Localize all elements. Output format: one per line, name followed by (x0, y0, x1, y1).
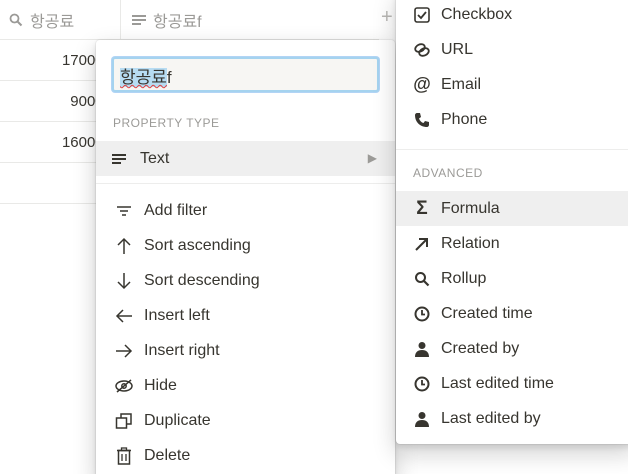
type-option-last-edited-time[interactable]: Last edited time (396, 366, 628, 401)
type-option-label: Last edited time (441, 374, 554, 392)
sigma-icon: Σ (416, 197, 428, 219)
duplicate-icon (114, 411, 134, 431)
menu-item-label: Sort ascending (144, 236, 251, 254)
filter-icon (114, 201, 134, 221)
phone-icon (413, 111, 431, 129)
type-option-url[interactable]: URL (396, 32, 628, 67)
type-option-label: Checkbox (441, 5, 513, 23)
eye-off-icon (114, 376, 134, 396)
menu-item-label: Hide (144, 376, 177, 394)
search-icon (8, 12, 24, 28)
type-option-label: Created by (441, 339, 520, 357)
menu-item-insert-left[interactable]: Insert left (96, 298, 395, 333)
type-option-rollup[interactable]: Rollup (396, 261, 628, 296)
menu-item-sort-ascending[interactable]: Sort ascending (96, 228, 395, 263)
menu-item-label: Insert left (144, 306, 210, 324)
text-lines-icon (112, 153, 132, 165)
menu-item-hide[interactable]: Hide (96, 368, 395, 403)
type-option-phone[interactable]: Phone (396, 102, 628, 137)
column-header-label: 항공료 (30, 13, 75, 31)
menu-item-delete[interactable]: Delete (96, 438, 395, 473)
menu-divider (96, 183, 395, 184)
menu-item-label: Delete (144, 446, 191, 464)
menu-item-label: Add filter (144, 201, 208, 219)
menu-item-label: Insert right (144, 341, 220, 359)
property-name-suffix: f (166, 68, 172, 87)
type-option-label: Phone (441, 110, 488, 128)
arrow-down-icon (114, 271, 134, 291)
type-option-formula[interactable]: Σ Formula (396, 191, 628, 226)
property-name-selected-text: 항공료 (120, 68, 167, 87)
property-type-selector[interactable]: Text ▶ (96, 141, 395, 176)
link-icon (413, 41, 431, 59)
arrow-right-icon (114, 341, 134, 361)
column-header-항공료f[interactable]: 항공료f (121, 0, 379, 40)
arrow-up-icon (114, 236, 134, 256)
relation-arrow-icon (413, 235, 431, 253)
advanced-section-label: ADVANCED (413, 166, 483, 180)
type-option-label: Relation (441, 234, 500, 252)
type-option-label: Last edited by (441, 409, 541, 427)
type-option-checkbox[interactable]: Checkbox (396, 0, 628, 32)
arrow-left-icon (114, 306, 134, 326)
type-option-created-time[interactable]: Created time (396, 296, 628, 331)
column-header-label: 항공료f (153, 13, 202, 31)
property-type-label: PROPERTY TYPE (113, 116, 220, 130)
menu-item-duplicate[interactable]: Duplicate (96, 403, 395, 438)
clock-icon (413, 375, 431, 393)
type-option-relation[interactable]: Relation (396, 226, 628, 261)
type-option-label: Created time (441, 304, 533, 322)
property-name-input[interactable]: 항공료f (112, 57, 379, 92)
menu-item-sort-descending[interactable]: Sort descending (96, 263, 395, 298)
text-lines-icon (131, 12, 147, 28)
property-menu: 항공료f PROPERTY TYPE Text ▶ Add filter Sor… (96, 40, 395, 474)
type-option-last-edited-by[interactable]: Last edited by (396, 401, 628, 436)
menu-item-label: Duplicate (144, 411, 211, 429)
person-icon (413, 410, 431, 428)
trash-icon (114, 446, 134, 466)
at-icon: @ (413, 74, 431, 94)
type-option-label: Email (441, 75, 482, 93)
person-icon (413, 340, 431, 358)
search-icon (413, 270, 431, 288)
checkbox-icon (413, 6, 431, 24)
type-option-email[interactable]: @ Email (396, 67, 628, 102)
type-option-created-by[interactable]: Created by (396, 331, 628, 366)
chevron-right-icon: ▶ (367, 151, 377, 165)
menu-item-insert-right[interactable]: Insert right (96, 333, 395, 368)
property-type-submenu: Checkbox URL @ Email Phone ADVANCED Σ Fo… (396, 0, 628, 444)
add-column-button[interactable]: + (381, 6, 393, 29)
clock-icon (413, 305, 431, 323)
menu-item-add-filter[interactable]: Add filter (96, 193, 395, 228)
submenu-divider (396, 149, 628, 150)
menu-item-label: Sort descending (144, 271, 260, 289)
type-option-label: Rollup (441, 269, 487, 287)
property-type-value: Text (140, 149, 170, 167)
column-header-항공료[interactable]: 항공료 (0, 0, 121, 40)
type-option-label: Formula (441, 199, 500, 217)
type-option-label: URL (441, 40, 474, 58)
